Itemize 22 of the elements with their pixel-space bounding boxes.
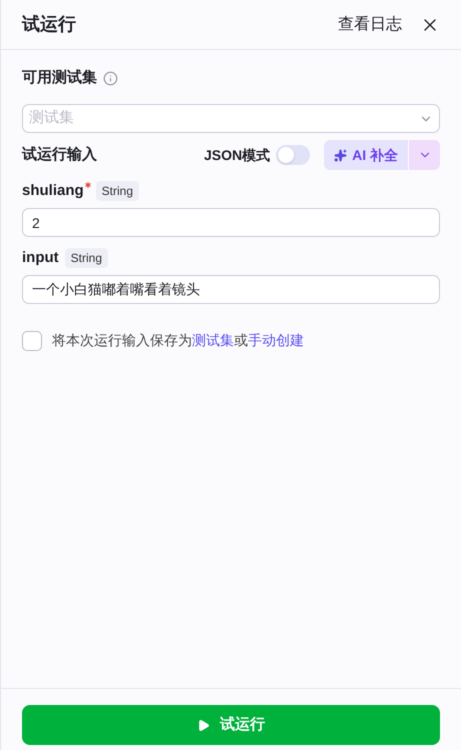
json-mode-switch[interactable] bbox=[276, 145, 310, 165]
test-set-label: 可用测试集 bbox=[22, 68, 97, 88]
json-mode-label: JSON模式 bbox=[204, 146, 270, 164]
field-label: input bbox=[22, 248, 59, 268]
field-input[interactable]: 一个小白猫嘟着嘴看着镜头 bbox=[22, 275, 440, 304]
type-tag: String bbox=[64, 248, 108, 268]
view-log-link[interactable]: 查看日志 bbox=[338, 12, 402, 36]
type-tag: String bbox=[96, 181, 140, 201]
info-icon bbox=[103, 70, 118, 86]
ai-dropdown-button[interactable] bbox=[409, 140, 440, 170]
run-input-label: 试运行输入 bbox=[22, 144, 98, 165]
run-button[interactable]: 试运行 bbox=[22, 705, 440, 745]
field-label: shuliang bbox=[22, 180, 84, 201]
panel-title: 试运行 bbox=[22, 13, 76, 36]
manual-create-link[interactable]: 手动创建 bbox=[248, 332, 304, 348]
field-input[interactable]: 2 bbox=[22, 208, 440, 237]
save-checkbox[interactable] bbox=[22, 330, 42, 350]
sparkle-icon bbox=[334, 148, 348, 162]
play-icon bbox=[197, 718, 210, 732]
test-set-link[interactable]: 测试集 bbox=[192, 332, 234, 348]
save-option-text: 将本次运行输入保存为测试集或手动创建 bbox=[52, 331, 304, 350]
ai-complete-button[interactable]: AI 补全 bbox=[324, 140, 408, 170]
